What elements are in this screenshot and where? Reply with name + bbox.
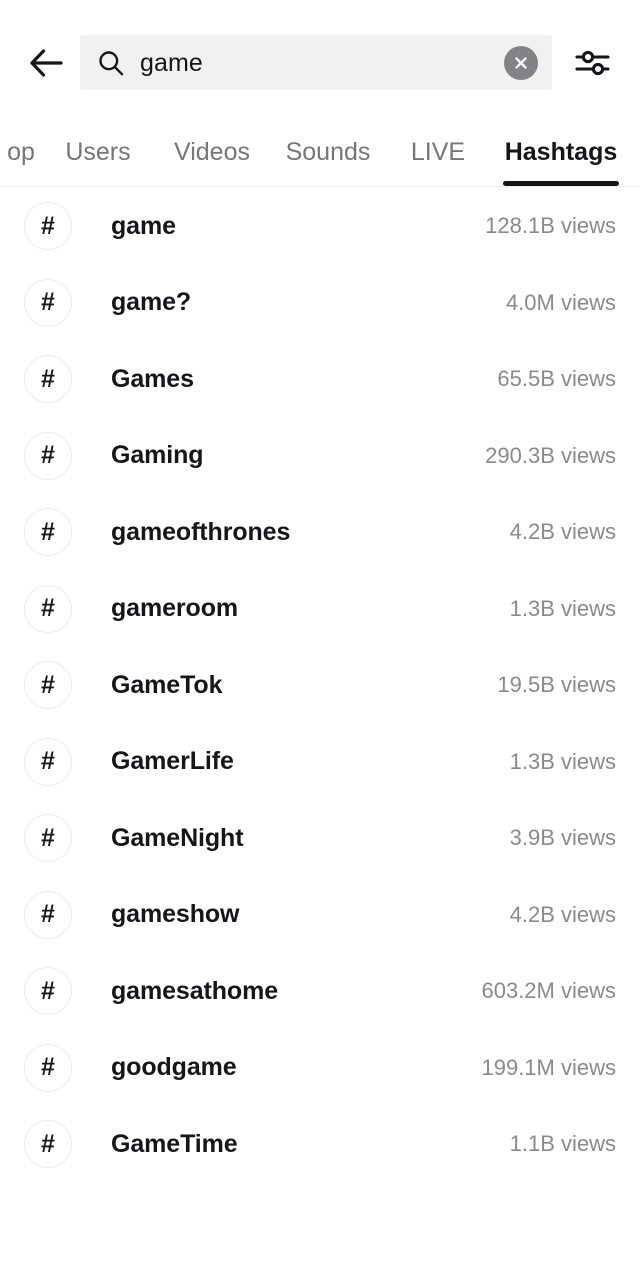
tab-label: Videos [174,138,250,166]
hashtag-icon: # [24,967,72,1016]
hashtag-name: GameNight [111,823,244,852]
hashtag-name: GameTok [111,670,223,699]
tab-users[interactable]: Users [42,125,154,186]
tab-videos[interactable]: Videos [154,125,270,186]
hashtag-icon: # [24,661,72,710]
list-item[interactable]: # GameNight 3.9B views [0,800,640,877]
tab-label: Users [65,138,131,166]
tab-hashtags[interactable]: Hashtags [490,125,632,186]
list-item[interactable]: # GameTime 1.1B views [0,1106,640,1183]
hashtag-name: Gaming [111,441,204,470]
hashtag-views: 4.0M views [505,289,616,315]
arrow-left-icon [30,48,63,77]
hashtag-icon: # [24,431,72,480]
tab-label: op [7,138,35,166]
hashtag-icon: # [24,202,72,251]
hashtag-views: 199.1M views [481,1054,616,1080]
hashtag-icon: # [24,737,72,786]
hashtag-icon: # [24,1043,72,1092]
filter-button[interactable] [566,35,622,91]
list-item[interactable]: # GamerLife 1.3B views [0,723,640,800]
tab-label: Sounds [285,138,371,166]
tab-live[interactable]: LIVE [386,125,490,186]
hashtag-views: 1.3B views [509,748,616,774]
search-input[interactable]: game [140,48,504,78]
list-item[interactable]: # GameTok 19.5B views [0,647,640,724]
hashtag-name: gameshow [111,900,240,929]
search-input-container[interactable]: game [80,35,552,90]
search-tabs: op Users Videos Sounds LIVE Hashtags [0,125,640,187]
hashtag-views: 290.3B views [485,442,616,468]
hashtag-views: 603.2M views [481,978,616,1004]
hashtag-views: 3.9B views [509,825,616,851]
tab-sounds[interactable]: Sounds [270,125,386,186]
list-item[interactable]: # gameshow 4.2B views [0,876,640,953]
hashtag-views: 1.3B views [509,595,616,621]
list-item[interactable]: # Gaming 290.3B views [0,417,640,494]
tab-top[interactable]: op [0,125,42,186]
hashtag-icon: # [24,584,72,633]
hashtag-views: 19.5B views [497,672,616,698]
list-item[interactable]: # gameroom 1.3B views [0,570,640,647]
tab-label: LIVE [410,138,466,166]
search-icon [98,50,124,76]
close-icon [515,56,527,69]
hashtag-name: game? [111,288,192,317]
hashtag-icon: # [24,814,72,863]
hashtag-views: 4.2B views [509,901,616,927]
filter-sliders-icon [575,50,610,75]
hashtag-results-list[interactable]: # game 128.1B views # game? 4.0M views #… [0,188,640,1280]
hashtag-icon: # [24,890,72,939]
list-item[interactable]: # Games 65.5B views [0,341,640,418]
hashtag-name: gamesathome [111,976,279,1005]
hashtag-name: gameofthrones [111,517,291,546]
list-item[interactable]: # game 128.1B views [0,188,640,265]
hashtag-views: 1.1B views [509,1131,616,1157]
search-header: game [0,0,640,125]
list-item[interactable]: # goodgame 199.1M views [0,1029,640,1106]
hashtag-name: Games [111,364,194,393]
hashtag-name: GameTime [111,1129,238,1158]
hashtag-icon: # [24,1120,72,1169]
hashtag-icon: # [24,278,72,327]
hashtag-name: game [111,211,176,240]
back-button[interactable] [18,35,74,91]
hashtag-views: 4.2B views [509,519,616,545]
list-item[interactable]: # game? 4.0M views [0,264,640,341]
list-item[interactable]: # gamesathome 603.2M views [0,953,640,1030]
hashtag-views: 128.1B views [485,213,616,239]
hashtag-views: 65.5B views [497,366,616,392]
hashtag-name: GamerLife [111,747,234,776]
hashtag-icon: # [24,355,72,404]
hashtag-name: goodgame [111,1053,237,1082]
hashtag-icon: # [24,508,72,557]
tiktok-search-screen: game op Users Videos Sounds LIVE Hashtag… [0,0,640,1280]
list-item[interactable]: # gameofthrones 4.2B views [0,494,640,571]
tab-active-indicator [503,181,619,186]
tab-label: Hashtags [504,138,618,166]
clear-search-button[interactable] [504,45,538,80]
hashtag-name: gameroom [111,594,239,623]
